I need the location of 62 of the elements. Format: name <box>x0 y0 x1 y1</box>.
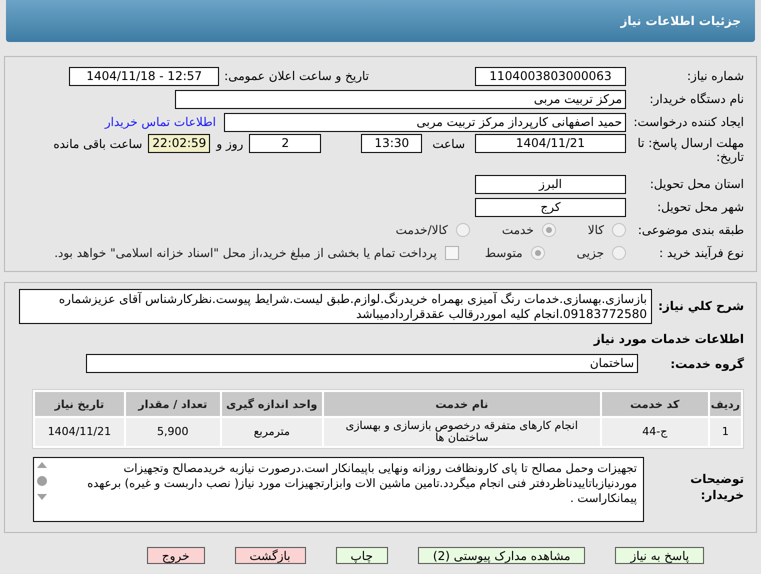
table-cell: انجام کارهای متفرقه درخصوص بازسازی و بهسازی ساختمان ها <box>324 418 600 446</box>
field-label: مهلت ارسال پاسخ: تا تاریخ: <box>636 136 744 164</box>
service-group-field[interactable]: ساختمان <box>86 354 638 373</box>
action-button[interactable]: مشاهده مدارک پیوستی (2) <box>418 547 586 564</box>
deadline-date-field[interactable]: 1404/11/21 <box>475 134 626 153</box>
field-label: استان محل تحویل: <box>648 177 744 191</box>
creator-field[interactable]: حمید اصفهانی کارپرداز مرکز تربیت مربی <box>224 112 626 132</box>
checkbox[interactable] <box>444 246 459 260</box>
column-header: نام خدمت <box>324 392 600 416</box>
field-label: نام دستگاه خریدار: <box>648 92 744 106</box>
field-label: طبقه بندی موضوعی: <box>636 223 744 237</box>
field-label: توضیحات خریدار: <box>689 471 744 503</box>
page-title: جزئیات اطلاعات نیاز <box>620 14 741 28</box>
buyer-field[interactable]: مرکز تربیت مربی <box>175 90 626 108</box>
city-field[interactable]: کرج <box>475 198 626 216</box>
field-label: نوع فرآیند خرید : <box>658 246 744 260</box>
radio-label: خدمت <box>502 223 534 237</box>
column-header: واحد اندازه گیری <box>222 392 322 416</box>
field-label: تاریخ و ساعت اعلان عمومی: <box>224 69 369 83</box>
need-number-field[interactable]: 1104003803000063 <box>475 66 626 86</box>
days-field[interactable]: 2 <box>249 134 322 153</box>
checkbox-label: پرداخت تمام یا بخشی از مبلغ خرید،از محل "اسناد خزانه اسلامی" خواهد بود. <box>54 246 437 260</box>
table-cell: مترمربع <box>222 418 322 446</box>
field-label: ساعت باقی مانده <box>53 136 142 150</box>
action-button[interactable]: بازگشت <box>234 547 306 564</box>
field-label: شماره نیاز: <box>686 69 744 83</box>
notes-text: تجهیزات وحمل مصالح تا پای کارونظافت روزانه ونهایی باپیمانکار است.درصورت نیازبه خریدمصالح وتجهیزات موردنیازباتاییدناظردفتر فنی انجام میگردد.تامین ماشین الات وابزارتجهیزات مورد نیاز( نصب داربست و غیره) برعهده پیمانکاراست . <box>86 460 638 507</box>
column-header: ردیف <box>710 392 741 416</box>
field-label: ساعت <box>432 136 465 150</box>
field-label: ایجاد کننده درخواست: <box>632 115 744 129</box>
radio-button[interactable] <box>612 246 626 260</box>
column-header: تعداد / مقدار <box>126 392 220 416</box>
radio-button[interactable] <box>542 223 556 237</box>
action-button[interactable]: خروج <box>146 547 204 564</box>
radio-label: کالا <box>588 223 604 237</box>
radio-label: جزیی <box>576 246 604 260</box>
table-cell: ج-44 <box>602 418 708 446</box>
section-title: اطلاعات خدمات مورد نیاز <box>592 332 744 346</box>
radio-label: متوسط <box>484 246 523 260</box>
column-header: کد خدمت <box>602 392 708 416</box>
table-cell: 1 <box>710 418 741 446</box>
column-header: تاریخ نیاز <box>35 392 124 416</box>
field-label: شرح کلي نیاز: <box>657 298 744 313</box>
announce-date-field[interactable]: 1404/11/18 - 12:57 <box>69 66 220 86</box>
table-cell: 1404/11/21 <box>35 418 124 446</box>
action-button[interactable]: چاپ <box>336 547 388 564</box>
contact-link[interactable]: اطلاعات تماس خریدار <box>104 115 216 129</box>
summary-field[interactable]: بازسازی.بهسازی.خدمات رنگ آمیزی بهمراه خریدرنگ.لوازم.طبق لیست.شرایط پیوست.نظرکارشناس آقای عزیزشماره 09183772580.انجام کلیه اموردرقالب عقدقراردادمیباشد <box>19 289 652 324</box>
radio-label: کالا/خدمت <box>396 223 448 237</box>
field-label: گروه خدمت: <box>669 356 744 370</box>
radio-button[interactable] <box>530 246 545 260</box>
remaining-time-field[interactable]: 22:02:59 <box>148 134 210 153</box>
field-label: روز و <box>216 136 244 150</box>
radio-button[interactable] <box>456 223 470 237</box>
table-cell: 5,900 <box>126 418 220 446</box>
deadline-time-field[interactable]: 13:30 <box>361 134 422 153</box>
scrollbar[interactable] <box>34 460 50 502</box>
province-field[interactable]: البرز <box>475 174 626 194</box>
notes-field[interactable] <box>33 457 644 522</box>
action-button[interactable]: پاسخ به نیاز <box>615 547 704 564</box>
radio-button[interactable] <box>612 223 626 237</box>
field-label: شهر محل تحویل: <box>656 200 744 214</box>
